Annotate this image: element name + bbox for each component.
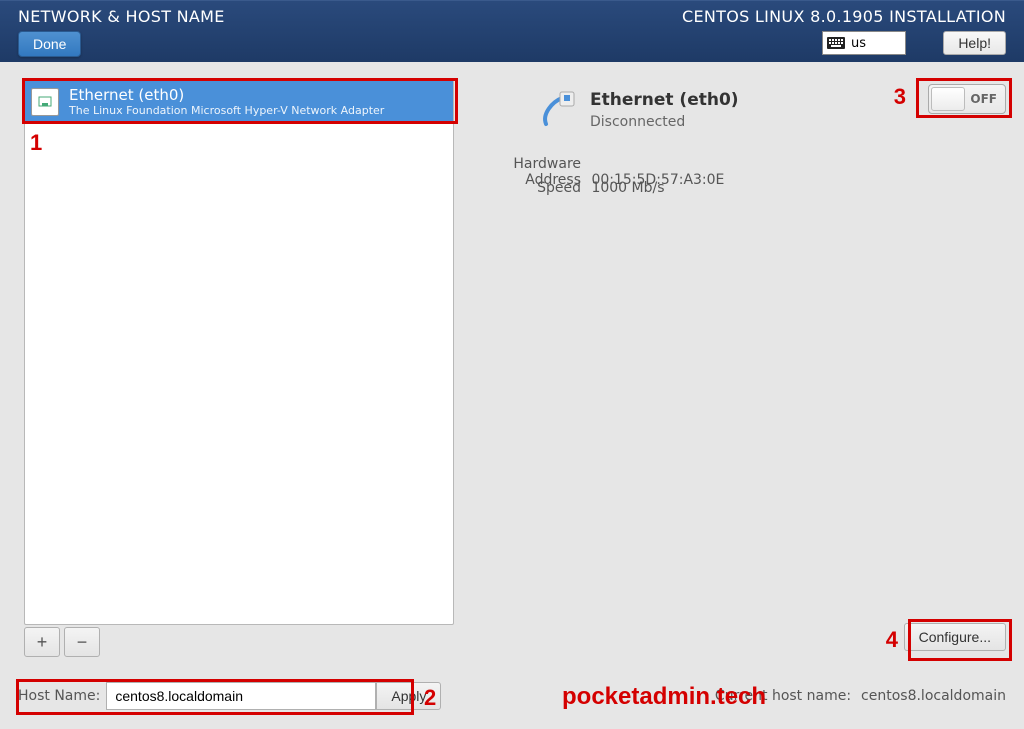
hostname-label: Host Name: [18, 688, 100, 704]
interface-item-adapter: The Linux Foundation Microsoft Hyper-V N… [69, 104, 384, 117]
hostname-input[interactable] [106, 682, 376, 710]
toggle-label: OFF [970, 92, 997, 106]
interface-item-text: Ethernet (eth0) The Linux Foundation Mic… [69, 87, 384, 117]
page-title: NETWORK & HOST NAME [18, 7, 225, 26]
detail-speed-row: Speed 1000 Mb/s [481, 180, 665, 196]
keyboard-layout-indicator[interactable]: us [822, 31, 906, 55]
configure-button[interactable]: Configure... [904, 623, 1006, 651]
help-button[interactable]: Help! [943, 31, 1006, 55]
watermark-text: pocketadmin.tech [562, 683, 766, 711]
add-interface-button[interactable]: + [24, 627, 60, 657]
annotation-number-4: 4 [886, 627, 898, 653]
interface-list[interactable]: Ethernet (eth0) The Linux Foundation Mic… [24, 80, 454, 625]
interface-list-buttons: + − [24, 627, 100, 657]
done-button[interactable]: Done [18, 31, 81, 57]
annotation-number-3: 3 [894, 84, 906, 110]
annotation-number-2: 2 [424, 685, 436, 711]
keyboard-icon [827, 36, 845, 50]
detail-interface-name: Ethernet (eth0) [590, 90, 739, 110]
ethernet-cable-icon [538, 90, 580, 132]
interface-toggle[interactable]: OFF [928, 84, 1006, 114]
interface-item-eth0[interactable]: Ethernet (eth0) The Linux Foundation Mic… [25, 81, 453, 123]
detail-interface-status: Disconnected [590, 114, 685, 130]
remove-interface-button[interactable]: − [64, 627, 100, 657]
annotation-number-1: 1 [30, 130, 42, 156]
detail-speed-value: 1000 Mb/s [591, 180, 664, 196]
body-area: Ethernet (eth0) The Linux Foundation Mic… [0, 62, 1024, 729]
interface-item-name: Ethernet (eth0) [69, 87, 384, 104]
detail-speed-label: Speed [481, 180, 581, 196]
current-hostname-value: centos8.localdomain [861, 688, 1006, 704]
header-bar: NETWORK & HOST NAME CENTOS LINUX 8.0.190… [0, 0, 1024, 62]
keyboard-layout-label: us [851, 36, 866, 51]
hostname-row: Host Name: Apply Current host name: cent… [18, 681, 1006, 711]
ethernet-icon [31, 88, 59, 116]
installer-title: CENTOS LINUX 8.0.1905 INSTALLATION [682, 7, 1006, 26]
toggle-knob [931, 87, 965, 111]
